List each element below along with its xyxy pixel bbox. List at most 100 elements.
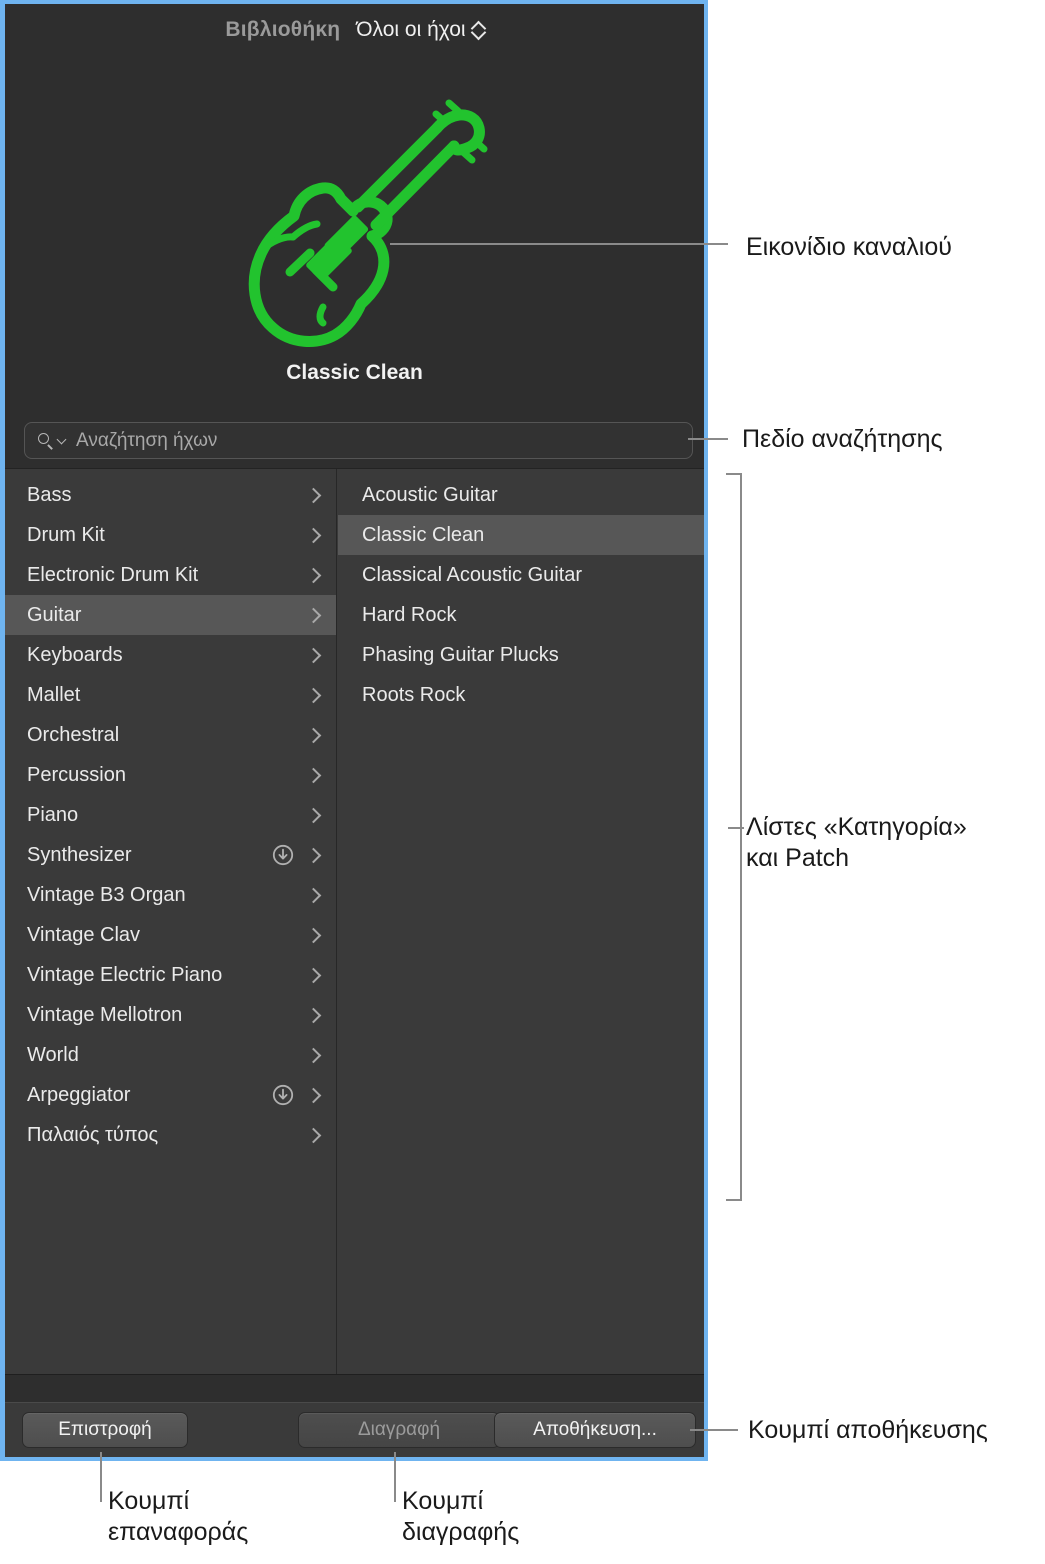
callout-leader-delete-button [394, 1452, 396, 1502]
category-list-item[interactable]: Vintage B3 Organ [5, 875, 336, 915]
patch-list-item[interactable]: Acoustic Guitar [338, 475, 704, 515]
chevron-right-icon [300, 690, 326, 701]
chevron-right-icon [300, 1010, 326, 1021]
patch-label: Phasing Guitar Plucks [362, 643, 559, 666]
chevron-right-icon [300, 850, 326, 861]
category-label: Παλαιός τύπος [27, 1123, 159, 1146]
category-list-item[interactable]: Guitar [5, 595, 336, 635]
revert-button[interactable]: Επιστροφή [22, 1412, 188, 1448]
category-label: Drum Kit [27, 523, 105, 546]
callout-save-button: Κουμπί αποθήκευσης [748, 1416, 988, 1444]
category-list-item[interactable]: Bass [5, 475, 336, 515]
category-label: Vintage Mellotron [27, 1003, 183, 1026]
library-panel-inner: Βιβλιοθήκη Όλοι οι ήχοι Classic Clean Αν… [5, 4, 704, 1457]
callout-search-field: Πεδίο αναζήτησης [742, 425, 943, 453]
chevron-right-icon [300, 930, 326, 941]
category-label: Arpeggiator [27, 1083, 131, 1106]
category-label: Orchestral [27, 723, 120, 746]
patch-label: Roots Rock [362, 683, 466, 706]
chevron-right-icon [300, 610, 326, 621]
callout-delete-button: Κουμπί διαγραφής [402, 1487, 520, 1547]
category-list-item[interactable]: Arpeggiator [5, 1075, 336, 1115]
library-panel: Βιβλιοθήκη Όλοι οι ήχοι Classic Clean Αν… [0, 0, 708, 1461]
chevron-right-icon [300, 1090, 326, 1101]
search-row: Αναζήτηση ήχων [5, 404, 704, 468]
chevron-right-icon [300, 1050, 326, 1061]
patch-list-item[interactable]: Classical Acoustic Guitar [338, 555, 704, 595]
category-label: Mallet [27, 683, 81, 706]
chevron-right-icon [300, 890, 326, 901]
patch-list[interactable]: Acoustic Guitar Classic Clean Classical Ac… [338, 469, 704, 1374]
category-label: Percussion [27, 763, 126, 786]
category-label: Vintage Clav [27, 923, 141, 946]
category-list-item[interactable]: Vintage Electric Piano [5, 955, 336, 995]
patch-label: Hard Rock [362, 603, 457, 626]
guitar-icon [205, 64, 505, 364]
category-list-item[interactable]: Percussion [5, 755, 336, 795]
category-list-item[interactable]: Orchestral [5, 715, 336, 755]
chevron-right-icon [300, 730, 326, 741]
chevron-down-icon[interactable] [58, 436, 67, 445]
callout-lists: Λίστες «Κατηγορία» και Patch [746, 813, 967, 873]
channel-icon-stage: Classic Clean [5, 56, 704, 404]
library-header: Βιβλιοθήκη Όλοι οι ήχοι [5, 4, 704, 56]
category-list-item[interactable]: Piano [5, 795, 336, 835]
category-label: Guitar [27, 603, 82, 626]
up-down-chevron-icon [473, 21, 484, 40]
download-icon[interactable] [272, 1084, 294, 1106]
category-label: World [27, 1043, 79, 1066]
page-title: Βιβλιοθήκη [225, 18, 341, 41]
browser-lists: Bass Drum Kit Electronic Drum Kit Guitar Key… [5, 468, 704, 1374]
category-list-item[interactable]: Mallet [5, 675, 336, 715]
category-list-item[interactable]: Vintage Clav [5, 915, 336, 955]
button-bar: Επιστροφή Διαγραφή Αποθήκευση... [5, 1402, 704, 1457]
patch-label: Classical Acoustic Guitar [362, 563, 583, 586]
chevron-right-icon [300, 490, 326, 501]
chevron-right-icon [300, 570, 326, 581]
chevron-right-icon [300, 650, 326, 661]
category-label: Vintage Electric Piano [27, 963, 223, 986]
search-input[interactable]: Αναζήτηση ήχων [76, 430, 217, 452]
callout-channel-icon: Εικονίδιο καναλιού [746, 233, 952, 261]
category-label: Keyboards [27, 643, 123, 666]
search-field[interactable]: Αναζήτηση ήχων [24, 422, 693, 459]
category-label: Bass [27, 483, 72, 506]
delete-button[interactable]: Διαγραφή [298, 1412, 500, 1448]
category-list-item[interactable]: Electronic Drum Kit [5, 555, 336, 595]
callout-leader-revert-button [100, 1452, 102, 1502]
category-label: Piano [27, 803, 79, 826]
patch-list-item[interactable]: Phasing Guitar Plucks [338, 635, 704, 675]
sound-filter-label: Όλοι οι ήχοι [356, 18, 466, 41]
callout-leader-search-field [688, 438, 728, 440]
sound-filter-popup[interactable]: Όλοι οι ήχοι [356, 18, 483, 42]
callout-leader-save-button [690, 1429, 738, 1431]
category-list-item[interactable]: World [5, 1035, 336, 1075]
category-list-item[interactable]: Synthesizer [5, 835, 336, 875]
callout-leader-channel-icon [390, 243, 728, 245]
search-icon [37, 432, 54, 449]
patch-list-item[interactable]: Hard Rock [338, 595, 704, 635]
chevron-right-icon [300, 810, 326, 821]
download-icon[interactable] [272, 844, 294, 866]
chevron-right-icon [300, 770, 326, 781]
patch-list-item[interactable]: Roots Rock [338, 675, 704, 715]
current-patch-name: Classic Clean [286, 361, 423, 384]
chevron-right-icon [300, 1130, 326, 1141]
category-list-item[interactable]: Παλαιός τύπος [5, 1115, 336, 1155]
callout-bracket-lists [726, 473, 742, 1201]
chevron-right-icon [300, 970, 326, 981]
chevron-right-icon [300, 530, 326, 541]
category-list-item[interactable]: Drum Kit [5, 515, 336, 555]
patch-list-item[interactable]: Classic Clean [338, 515, 704, 555]
patch-label: Classic Clean [362, 523, 485, 546]
category-label: Synthesizer [27, 843, 132, 866]
category-label: Vintage B3 Organ [27, 883, 186, 906]
bottom-spacer [5, 1374, 704, 1402]
category-list[interactable]: Bass Drum Kit Electronic Drum Kit Guitar Key… [5, 469, 337, 1374]
callout-leader-lists [728, 827, 744, 829]
save-button[interactable]: Αποθήκευση... [494, 1412, 696, 1448]
callout-revert-button: Κουμπί επαναφοράς [108, 1487, 249, 1547]
category-list-item[interactable]: Vintage Mellotron [5, 995, 336, 1035]
category-list-item[interactable]: Keyboards [5, 635, 336, 675]
patch-label: Acoustic Guitar [362, 483, 498, 506]
